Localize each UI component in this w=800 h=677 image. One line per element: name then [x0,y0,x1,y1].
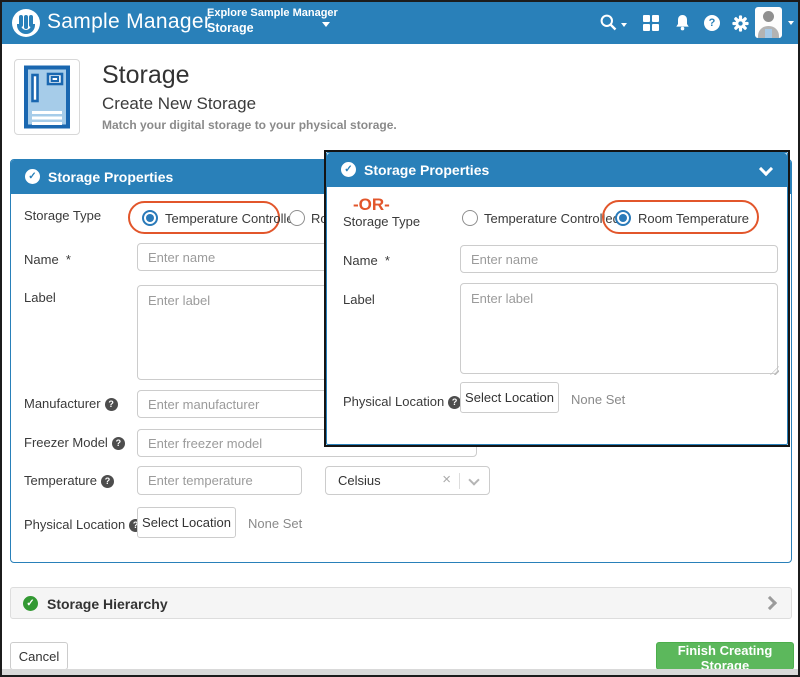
panel-collapse-chevron-icon[interactable] [759,162,773,176]
cancel-button[interactable]: Cancel [10,642,68,670]
settings-gear-icon[interactable] [732,15,750,33]
temperature-label: Temperature? [24,473,114,488]
or-annotation-text: -OR- [353,195,390,215]
select-location-button[interactable]: Select Location [137,507,236,538]
name-label-text: Name [24,252,59,267]
page-title: Storage [102,61,190,90]
avatar-caret-icon [788,21,794,25]
name-label-text-front: Name [343,253,378,268]
panel-title-back: Storage Properties [48,169,173,185]
panel-header-front[interactable]: ✓ Storage Properties [327,153,787,187]
storage-type-label-front: Storage Type [343,214,420,229]
labkey-logo-icon[interactable] [12,9,40,37]
physical-location-label-text-front: Physical Location [343,394,444,409]
manufacturer-label: Manufacturer? [24,396,118,411]
hierarchy-check-icon: ✓ [23,596,38,611]
storage-type-label: Storage Type [24,208,101,223]
help-icon[interactable]: ? [704,15,720,31]
select-location-button-front[interactable]: Select Location [460,382,559,413]
label-textarea-front[interactable] [460,283,778,374]
required-asterisk: * [66,252,71,267]
brand-title[interactable]: Sample Manager [47,10,211,34]
radio-temperature-controlled[interactable] [142,210,158,226]
units-selected-value: Celsius [338,473,381,488]
page-description: Match your digital storage to your physi… [102,118,397,132]
finish-creating-storage-button[interactable]: Finish Creating Storage [656,642,794,670]
product-grid-icon[interactable] [643,15,661,33]
manufacturer-help-icon[interactable]: ? [105,398,118,411]
temperature-label-text: Temperature [24,473,97,488]
storage-hierarchy-panel[interactable]: ✓ Storage Hierarchy [10,587,792,619]
freezer-model-label-text: Freezer Model [24,435,108,450]
navbar: Sample Manager Explore Sample Manager St… [2,2,798,44]
storage-properties-panel-front: ✓ Storage Properties -OR- Storage Type T… [324,150,790,447]
manufacturer-label-text: Manufacturer [24,396,101,411]
required-asterisk-front: * [385,253,390,268]
physical-location-label-text: Physical Location [24,517,125,532]
radio-temperature-controlled-front[interactable] [462,210,478,226]
radio-room-temperature-front[interactable] [615,210,631,226]
user-avatar[interactable] [755,7,782,38]
radio-room-temperature-label-front[interactable]: Room Temperature [638,211,749,226]
label-label-front: Label [343,292,375,307]
window-bottom-strip [2,669,798,675]
name-label: Name * [24,252,71,267]
location-status-text-front: None Set [571,392,625,407]
page-subtitle: Create New Storage [102,94,256,114]
search-icon[interactable] [600,14,618,32]
freezer-model-label: Freezer Model? [24,435,125,450]
notifications-bell-icon[interactable] [674,14,692,32]
physical-location-label-front: Physical Location? [343,394,461,409]
panel-check-icon-front: ✓ [341,162,356,177]
hierarchy-title: Storage Hierarchy [47,596,168,612]
panel-title-front: Storage Properties [364,162,489,178]
temperature-units-select[interactable]: Celsius × [325,466,490,495]
name-input-front[interactable] [460,245,778,273]
temperature-input[interactable] [137,466,302,495]
units-clear-icon[interactable]: × [442,471,451,488]
storage-freezer-icon [14,59,80,135]
hierarchy-expand-chevron-icon[interactable] [763,596,777,610]
radio-room-temperature[interactable] [289,210,305,226]
app-context-menu[interactable]: Explore Sample Manager Storage [207,7,338,35]
panel-check-icon: ✓ [25,169,40,184]
location-status-text: None Set [248,516,302,531]
context-menu-line1: Explore Sample Manager [207,7,338,19]
search-caret-icon [621,23,627,27]
freezer-model-help-icon[interactable]: ? [112,437,125,450]
app-window: Sample Manager Explore Sample Manager St… [0,0,800,677]
temperature-help-icon[interactable]: ? [101,475,114,488]
menu-caret-icon [322,22,330,27]
context-menu-line2: Storage [207,21,338,35]
units-chevron-down-icon[interactable] [468,474,479,485]
name-label-front: Name * [343,253,390,268]
units-divider [459,473,460,489]
radio-temperature-controlled-label-front[interactable]: Temperature Controlled [484,211,620,226]
radio-temperature-controlled-label[interactable]: Temperature Controlled [165,211,301,226]
physical-location-label: Physical Location? [24,517,142,532]
label-label: Label [24,290,56,305]
